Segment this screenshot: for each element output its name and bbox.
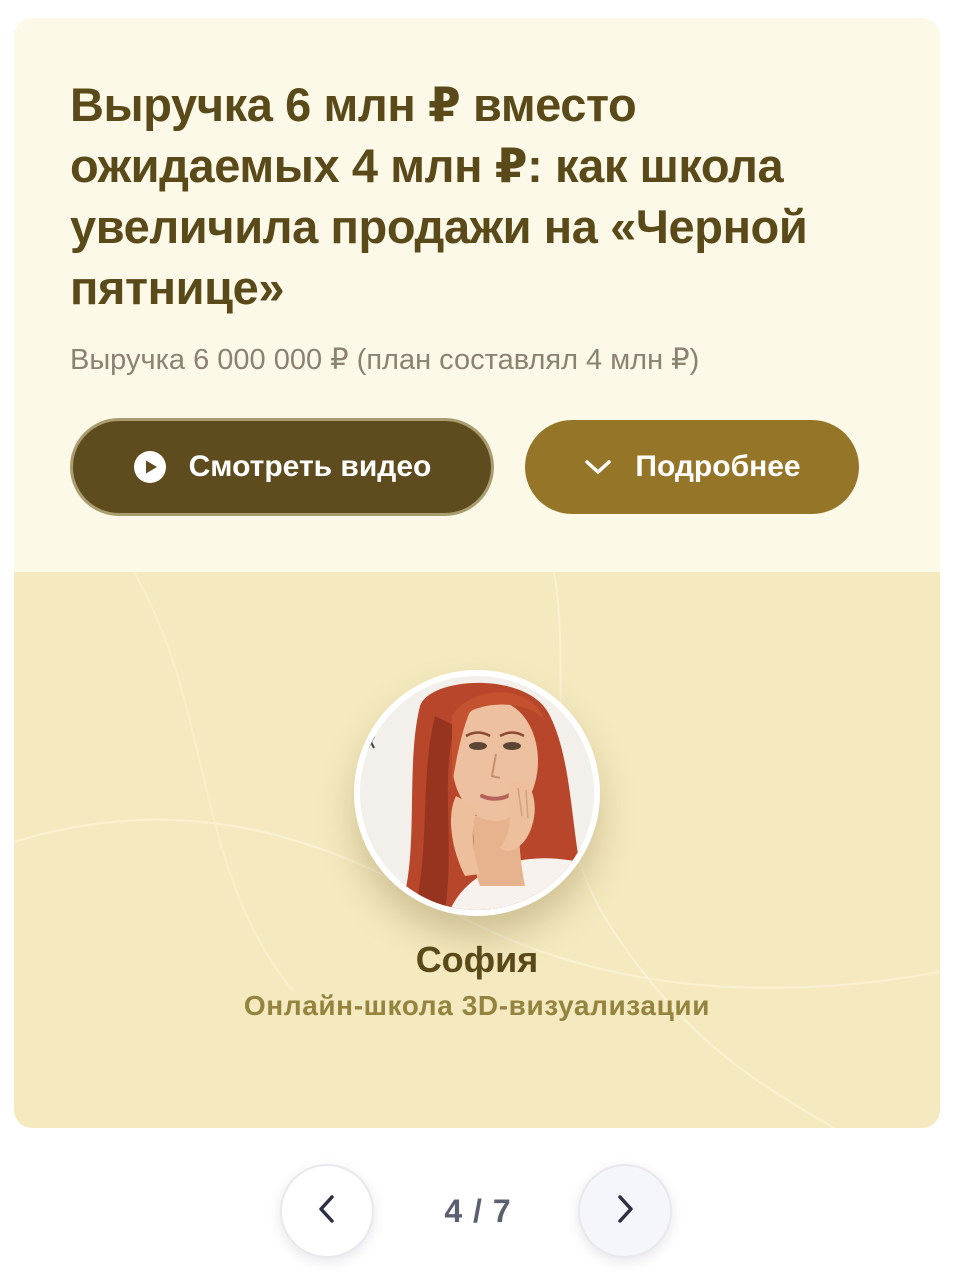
watch-video-label: Смотреть видео	[188, 450, 432, 483]
more-details-label: Подробнее	[635, 450, 801, 483]
case-card: Выручка 6 млн ₽ вместо ожидаемых 4 млн ₽…	[14, 18, 940, 1128]
watch-video-button[interactable]: Смотреть видео	[70, 418, 494, 516]
person-name: София	[415, 939, 539, 980]
person-section: София Онлайн-школа 3D-визуализации	[14, 572, 940, 1128]
next-button[interactable]	[578, 1164, 672, 1258]
case-subtitle: Выручка 6 000 000 ₽ (план составлял 4 мл…	[70, 344, 700, 376]
more-details-button[interactable]: Подробнее	[525, 420, 859, 514]
person-school: Онлайн-школа 3D-визуализации	[243, 990, 711, 1021]
page-separator: /	[463, 1192, 493, 1229]
current-page: 4	[444, 1192, 464, 1229]
chevron-right-icon	[614, 1192, 636, 1231]
page-counter: 4 / 7	[380, 1164, 576, 1258]
pagination: 4 / 7	[0, 1164, 956, 1258]
case-header: Выручка 6 млн ₽ вместо ожидаемых 4 млн ₽…	[14, 18, 940, 572]
chevron-left-icon	[316, 1192, 338, 1231]
play-circle-icon	[133, 450, 167, 484]
case-title: Выручка 6 млн ₽ вместо ожидаемых 4 млн ₽…	[70, 78, 808, 314]
avatar-portrait	[360, 676, 594, 910]
total-pages: 7	[492, 1192, 512, 1229]
chevron-down-icon	[583, 457, 613, 477]
avatar	[354, 670, 600, 916]
previous-button[interactable]	[280, 1164, 374, 1258]
